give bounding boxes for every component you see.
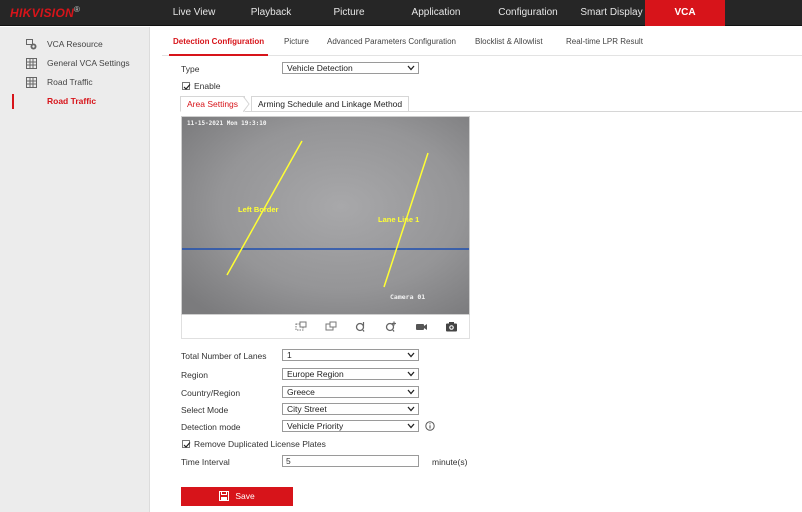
detection-mode-label: Detection mode [181, 422, 241, 432]
vca-resource-icon [26, 39, 37, 50]
tab-area-settings[interactable]: Area Settings [180, 96, 245, 112]
country-select[interactable]: Greece [282, 386, 419, 398]
video-osd-timestamp: 11-15-2021 Mon 19:3:10 [187, 120, 267, 127]
lanes-value: 1 [287, 350, 292, 360]
country-label: Country/Region [181, 388, 241, 398]
sidebar-item-road-traffic-group[interactable]: Road Traffic [0, 73, 149, 92]
sidebar-item-label: General VCA Settings [47, 58, 130, 68]
tab-picture[interactable]: Picture [284, 37, 309, 46]
type-select[interactable]: Vehicle Detection [282, 62, 419, 74]
nav-configuration[interactable]: Configuration [478, 0, 578, 26]
detection-mode-value: Vehicle Priority [287, 421, 344, 431]
video-frame [182, 117, 469, 314]
nav-vca[interactable]: VCA [645, 0, 725, 26]
grid-icon [26, 77, 37, 88]
lane-line-label: Lane Line 1 [378, 215, 420, 224]
time-interval-unit: minute(s) [432, 457, 468, 467]
type-label: Type [181, 64, 200, 74]
type-value: Vehicle Detection [287, 63, 353, 73]
camera-icon[interactable] [445, 321, 458, 332]
chevron-down-icon [407, 65, 415, 71]
nav-playback[interactable]: Playback [238, 0, 304, 26]
main-nav: Live View Playback Picture Application C… [150, 0, 725, 26]
zoom-out-icon[interactable] [355, 321, 368, 332]
sidebar-item-vca-resource[interactable]: VCA Resource [0, 35, 149, 54]
nav-live-view[interactable]: Live View [150, 0, 238, 26]
tab-advanced-parameters[interactable]: Advanced Parameters Configuration [327, 37, 456, 46]
sidebar-item-label: Road Traffic [47, 77, 93, 87]
hikvision-logo: HIKVISION® [10, 5, 81, 20]
tab-blocklist-allowlist[interactable]: Blocklist & Allowlist [475, 37, 543, 46]
mode-value: City Street [287, 404, 327, 414]
sidebar-item-general-vca-settings[interactable]: General VCA Settings [0, 54, 149, 73]
country-value: Greece [287, 387, 315, 397]
remove-duplicates-label: Remove Duplicated License Plates [194, 439, 326, 449]
video-osd-camera: Camera 01 [390, 293, 426, 301]
save-icon [219, 491, 230, 501]
tab-detection-configuration[interactable]: Detection Configuration [168, 37, 269, 56]
chevron-down-icon [407, 406, 415, 412]
sidebar: VCA Resource General VCA Settings Road T… [0, 27, 150, 512]
nav-picture[interactable]: Picture [304, 0, 394, 26]
mode-label: Select Mode [181, 405, 229, 415]
left-border-label: Left Border [238, 205, 279, 214]
lanes-select[interactable]: 1 [282, 349, 419, 361]
checkmark-icon [183, 442, 191, 448]
zoom-in-icon[interactable] [385, 321, 398, 332]
sidebar-item-label: Road Traffic [47, 96, 97, 106]
chevron-down-icon [407, 371, 415, 377]
chevron-down-icon [407, 352, 415, 358]
video-preview[interactable]: 11-15-2021 Mon 19:3:10 Left Border Lane … [181, 116, 470, 315]
save-button[interactable]: Save [181, 487, 293, 506]
remove-duplicates-checkbox[interactable] [182, 440, 191, 448]
config-subtabs: Detection Configuration Picture Advanced… [162, 30, 802, 56]
checkmark-icon [183, 84, 191, 90]
area-tabs: Area Settings Arming Schedule and Linkag… [180, 96, 802, 112]
nav-smart-display[interactable]: Smart Display [578, 0, 645, 26]
mode-select[interactable]: City Street [282, 403, 419, 415]
tab-arrow-icon [243, 96, 250, 112]
tab-arming-schedule[interactable]: Arming Schedule and Linkage Method [251, 96, 410, 112]
sidebar-item-road-traffic[interactable]: Road Traffic [0, 92, 149, 111]
enable-label: Enable [194, 81, 221, 91]
record-icon[interactable] [415, 321, 428, 332]
sidebar-item-label: VCA Resource [47, 39, 103, 49]
region-select[interactable]: Europe Region [282, 368, 419, 380]
enable-checkbox[interactable] [182, 82, 191, 90]
chevron-down-icon [407, 389, 415, 395]
region-label: Region [181, 370, 208, 380]
region-value: Europe Region [287, 369, 344, 379]
tab-realtime-lpr-result[interactable]: Real-time LPR Result [566, 37, 643, 46]
clear-area-icon[interactable] [325, 321, 338, 332]
video-toolbar [181, 315, 470, 339]
chevron-down-icon [407, 423, 415, 429]
time-interval-label: Time Interval [181, 457, 230, 467]
top-navigation-bar: HIKVISION® Live View Playback Picture Ap… [0, 0, 802, 26]
lanes-label: Total Number of Lanes [181, 351, 267, 361]
info-icon[interactable] [425, 421, 435, 431]
time-interval-input[interactable]: 5 [282, 455, 419, 467]
grid-icon [26, 58, 37, 69]
nav-application[interactable]: Application [394, 0, 478, 26]
detection-mode-select[interactable]: Vehicle Priority [282, 420, 419, 432]
draw-area-icon[interactable] [295, 321, 308, 332]
